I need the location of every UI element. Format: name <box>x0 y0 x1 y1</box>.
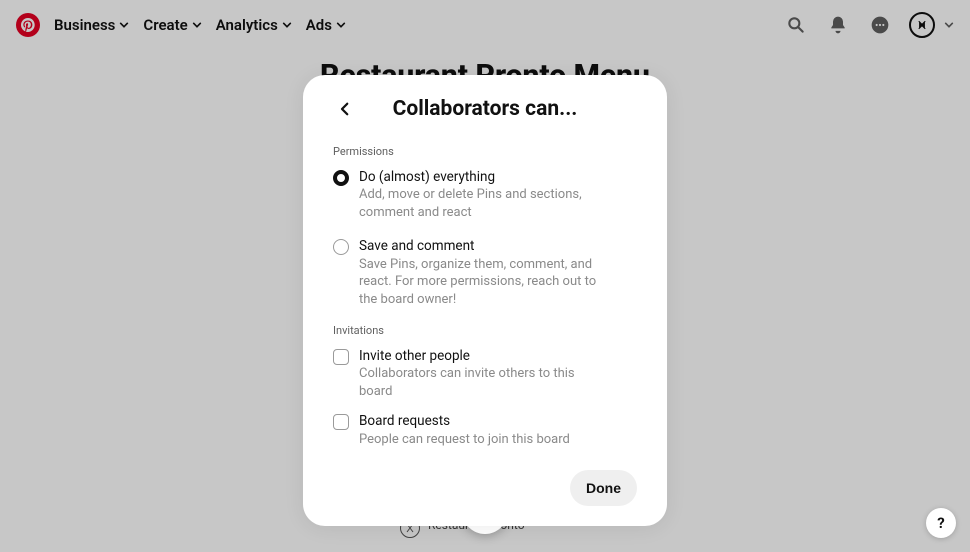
option-title: Do (almost) everything <box>359 168 599 186</box>
option-desc: Collaborators can invite others to this … <box>359 365 599 400</box>
option-desc: Save Pins, organize them, comment, and r… <box>359 256 599 309</box>
back-button[interactable] <box>333 97 357 121</box>
option-title: Invite other people <box>359 347 599 365</box>
done-button[interactable]: Done <box>570 470 637 506</box>
help-button[interactable]: ? <box>926 508 956 538</box>
permission-option-save-comment[interactable]: Save and comment Save Pins, organize the… <box>333 237 637 308</box>
help-label: ? <box>937 514 944 532</box>
collaborators-modal: Collaborators can... Permissions Do (alm… <box>303 75 667 526</box>
invitation-option-invite-others[interactable]: Invite other people Collaborators can in… <box>333 347 637 400</box>
option-title: Save and comment <box>359 237 599 255</box>
checkbox-unchecked[interactable] <box>333 349 349 365</box>
option-desc: Add, move or delete Pins and sections, c… <box>359 186 599 221</box>
option-desc: People can request to join this board <box>359 431 570 449</box>
radio-selected[interactable] <box>333 170 349 186</box>
invitation-option-board-requests[interactable]: Board requests People can request to joi… <box>333 412 637 448</box>
permissions-section-label: Permissions <box>333 145 637 158</box>
modal-title: Collaborators can... <box>333 97 637 121</box>
invitations-section-label: Invitations <box>333 324 637 337</box>
permission-option-everything[interactable]: Do (almost) everything Add, move or dele… <box>333 168 637 221</box>
radio-unselected[interactable] <box>333 239 349 255</box>
option-title: Board requests <box>359 412 570 430</box>
checkbox-unchecked[interactable] <box>333 414 349 430</box>
